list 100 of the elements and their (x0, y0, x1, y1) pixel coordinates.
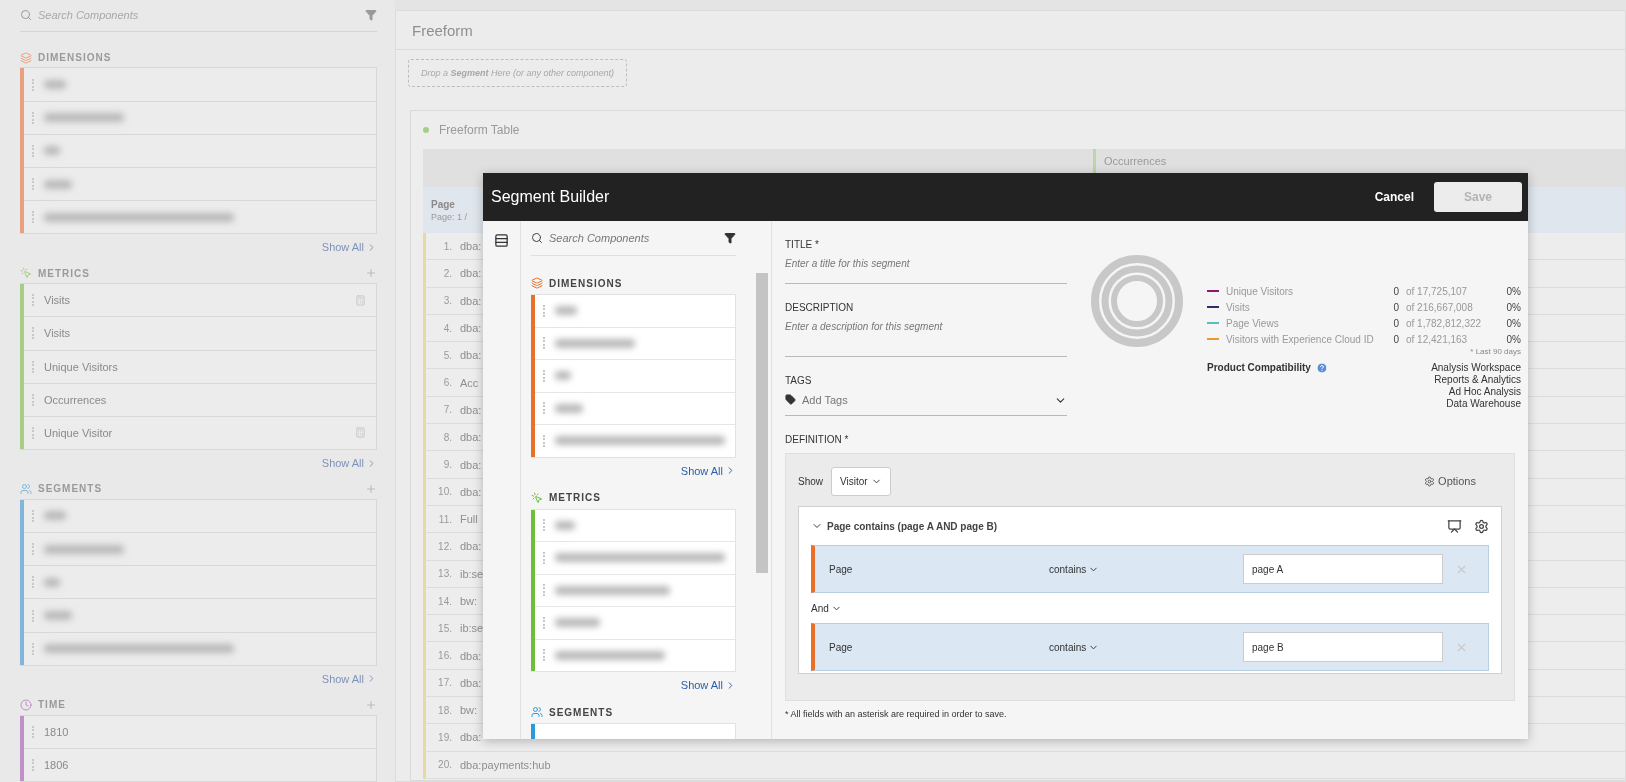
settings-icon[interactable] (1474, 518, 1489, 534)
filter-icon[interactable] (724, 232, 736, 244)
dimensions-icon (531, 277, 543, 289)
row-number: 2. (442, 267, 452, 279)
drag-handle-icon[interactable] (543, 584, 547, 597)
drag-handle-icon[interactable] (32, 543, 36, 556)
row-number: 16. (437, 650, 452, 662)
show-all-link[interactable]: Show All (321, 241, 377, 254)
drag-handle-icon[interactable] (32, 294, 36, 307)
list-icon[interactable] (494, 233, 509, 248)
footnote-text: * Last 90 days (1470, 347, 1521, 356)
page-indicator: Page: 1 / (431, 211, 469, 222)
add-icon[interactable] (365, 267, 377, 280)
operator-dropdown[interactable]: contains (1049, 641, 1243, 653)
panel-title: Freeform (396, 11, 1625, 50)
add-icon[interactable] (365, 482, 377, 495)
drag-handle-icon[interactable] (543, 304, 547, 317)
row-number: 14. (437, 595, 452, 607)
drag-handle-icon[interactable] (32, 642, 36, 655)
drag-handle-icon[interactable] (32, 576, 36, 589)
component-label: 1810 (44, 725, 70, 738)
component-item[interactable]: Unique Visitors (24, 350, 376, 384)
show-all-link[interactable]: Show All (321, 672, 377, 685)
field-label: DEFINITION * (785, 434, 850, 445)
value-field[interactable]: page B (1243, 632, 1443, 662)
drag-handle-icon[interactable] (32, 725, 36, 738)
row-number: 10. (437, 486, 452, 498)
drag-handle-icon[interactable] (543, 551, 547, 564)
drag-handle-icon[interactable] (32, 211, 36, 224)
product-name: Ad Hoc Analysis (1448, 386, 1521, 398)
presentation-icon[interactable] (1447, 518, 1462, 534)
show-all-link[interactable]: Show All (321, 457, 377, 470)
drag-handle-icon[interactable] (543, 337, 547, 350)
drag-handle-icon[interactable] (32, 758, 36, 771)
show-all-link[interactable]: Show All (680, 679, 736, 691)
drag-handle-icon[interactable] (32, 111, 36, 124)
blurred-text (555, 618, 600, 628)
drag-handle-icon[interactable] (32, 427, 36, 439)
visitor-select[interactable]: Visitor (831, 466, 891, 496)
metric-count: 0 (1393, 301, 1399, 313)
description-field[interactable]: Enter a description for this segment (785, 313, 1067, 357)
drag-handle-icon[interactable] (543, 369, 547, 382)
drag-handle-icon[interactable] (32, 327, 36, 340)
search-field[interactable]: Search Components (549, 232, 718, 244)
component-item[interactable]: Unique Visitor (24, 416, 376, 450)
section-title: METRICS (38, 267, 91, 279)
table-cell: dba: (460, 240, 482, 253)
row-number: 12. (437, 540, 452, 552)
table-title: Freeform Table (439, 123, 520, 137)
table-cell: dba: (460, 431, 482, 444)
drag-handle-icon[interactable] (32, 360, 36, 373)
options-button[interactable]: Options (1418, 474, 1482, 488)
add-icon[interactable] (365, 698, 377, 711)
blurred-text (44, 611, 72, 621)
blurred-text (44, 80, 66, 89)
drag-handle-icon[interactable] (543, 649, 547, 662)
search-icon (531, 232, 543, 244)
metric-count: 0 (1393, 317, 1399, 329)
donut-chart-icon (1089, 253, 1185, 349)
drag-handle-icon[interactable] (543, 519, 547, 532)
drag-handle-icon[interactable] (32, 178, 36, 191)
section-title: SEGMENTS (38, 483, 104, 495)
component-item[interactable]: Occurrences (24, 383, 376, 417)
table-cell: dba: (460, 403, 482, 416)
section-title: TIME (38, 699, 67, 711)
drag-handle-icon[interactable] (543, 402, 547, 415)
section-title: DIMENSIONS (549, 277, 624, 289)
drag-handle-icon[interactable] (32, 393, 36, 406)
component-item[interactable]: 1806 (24, 748, 376, 781)
cancel-button[interactable]: Cancel (1368, 189, 1420, 205)
drag-handle-icon[interactable] (32, 509, 36, 522)
component-item[interactable]: Visits (24, 284, 376, 318)
table-cell: dba: (460, 649, 482, 662)
operator-dropdown[interactable]: contains (1049, 563, 1243, 575)
component-item[interactable]: Visits (24, 317, 376, 351)
metric-total: of 216,667,008 (1406, 301, 1474, 313)
scrollbar[interactable] (756, 273, 768, 573)
help-icon[interactable] (1315, 362, 1328, 374)
tags-field[interactable]: Add Tags (785, 386, 1067, 416)
title-field[interactable]: Enter a title for this segment (785, 250, 1067, 284)
row-number: 15. (437, 622, 452, 634)
drag-handle-icon[interactable] (32, 144, 36, 157)
table-cell: dba: (460, 294, 482, 307)
blurred-text (44, 179, 72, 189)
show-all-link[interactable]: Show All (680, 464, 736, 477)
drag-handle-icon[interactable] (543, 616, 547, 629)
drag-handle-icon[interactable] (32, 78, 36, 91)
metric-percent: 0% (1505, 333, 1521, 345)
logic-operator-dropdown[interactable]: And (811, 593, 1489, 623)
product-name: Analysis Workspace (1431, 362, 1521, 374)
metric-percent: 0% (1505, 285, 1521, 297)
metric-percent: 0% (1505, 301, 1521, 313)
value-field[interactable]: page A (1243, 554, 1443, 584)
drag-handle-icon[interactable] (543, 434, 547, 447)
row-number: 7. (442, 404, 452, 416)
search-icon (20, 9, 32, 22)
metric-total: of 17,725,107 (1406, 285, 1469, 297)
drag-handle-icon[interactable] (32, 609, 36, 622)
component-item[interactable]: 1810 (24, 715, 376, 749)
row-number: 5. (442, 349, 452, 361)
